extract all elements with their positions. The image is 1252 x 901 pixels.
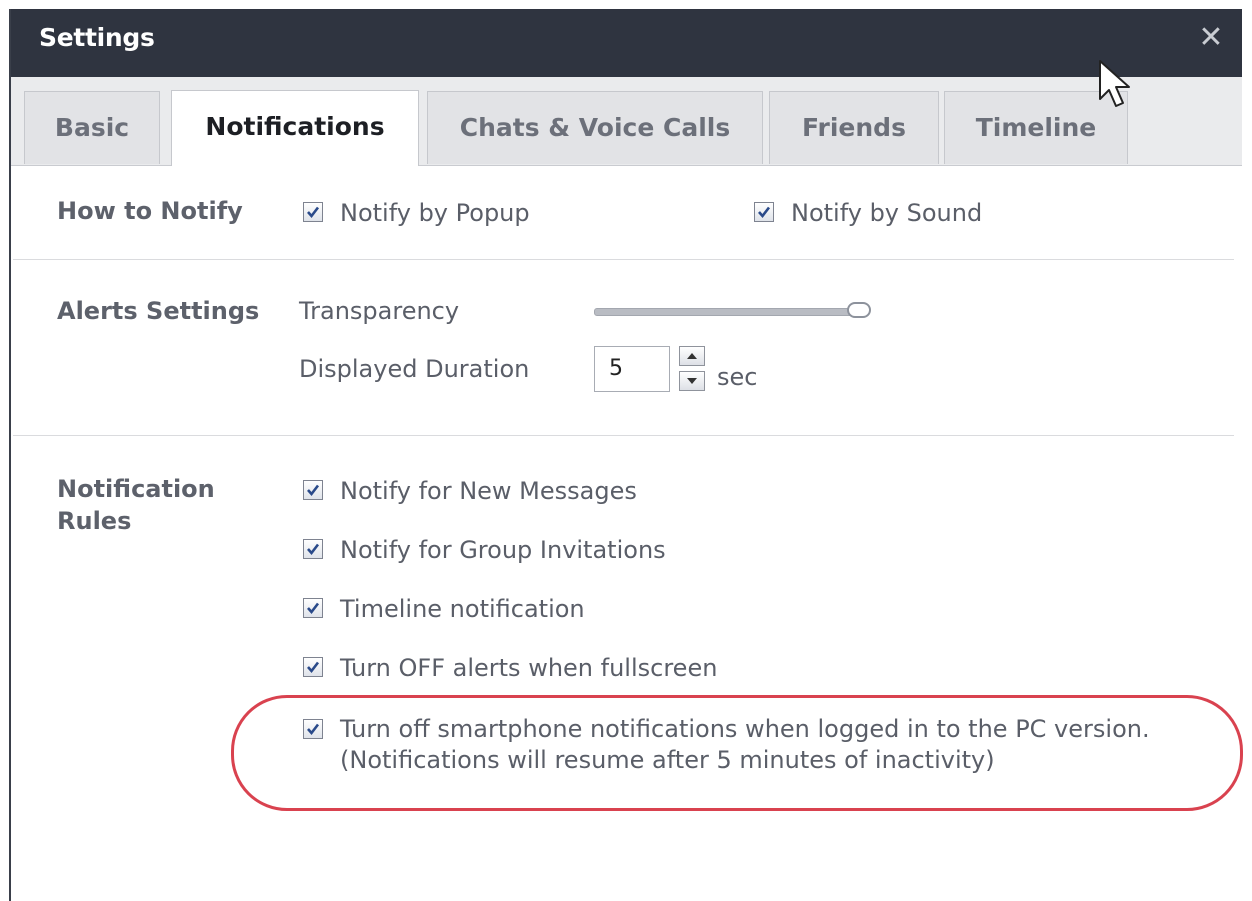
rule-fullscreen-checkbox[interactable]: [303, 657, 323, 677]
displayed-duration-label: Displayed Duration: [299, 355, 530, 383]
notify-popup-checkbox[interactable]: [303, 202, 323, 222]
rule-smartphone-label: Turn off smartphone notifications when l…: [340, 715, 1150, 743]
close-icon[interactable]: ✕: [1194, 21, 1228, 55]
tab-strip: Basic Notifications Chats & Voice Calls …: [11, 77, 1242, 166]
transparency-slider-track[interactable]: [594, 308, 854, 316]
rule-smartphone-note: (Notifications will resume after 5 minut…: [340, 746, 995, 774]
tab-chats-voice-calls[interactable]: Chats & Voice Calls: [427, 91, 763, 164]
checkmark-icon: [307, 484, 320, 497]
rule-timeline-label: Timeline notification: [340, 595, 585, 623]
rule-new-messages-checkbox[interactable]: [303, 480, 323, 500]
section-divider: [13, 259, 1234, 260]
transparency-label: Transparency: [299, 297, 460, 325]
rule-group-invitations-checkbox[interactable]: [303, 539, 323, 559]
notify-popup-label: Notify by Popup: [340, 199, 530, 227]
tab-notifications[interactable]: Notifications: [171, 90, 419, 166]
alerts-settings-label: Alerts Settings: [57, 297, 260, 325]
tab-friends[interactable]: Friends: [769, 91, 939, 164]
rule-smartphone-checkbox[interactable]: [303, 719, 323, 739]
rule-timeline-checkbox[interactable]: [303, 598, 323, 618]
notify-sound-checkbox[interactable]: [754, 202, 774, 222]
checkmark-icon: [758, 206, 771, 219]
how-to-notify-label: How to Notify: [57, 197, 243, 225]
arrow-down-icon: [687, 378, 697, 384]
section-divider: [13, 435, 1234, 436]
duration-unit: sec: [717, 363, 758, 391]
mouse-pointer-icon: [1099, 60, 1130, 107]
spin-up-button[interactable]: [679, 346, 705, 366]
tab-basic[interactable]: Basic: [24, 91, 160, 164]
window-title: Settings: [39, 23, 155, 52]
rule-new-messages-label: Notify for New Messages: [340, 477, 637, 505]
notification-rules-label-line1: Notification: [57, 475, 215, 503]
checkmark-icon: [307, 661, 320, 674]
checkmark-icon: [307, 723, 320, 736]
checkmark-icon: [307, 602, 320, 615]
title-bar: Settings ✕: [11, 9, 1242, 77]
checkmark-icon: [307, 543, 320, 556]
notification-rules-label-line2: Rules: [57, 507, 132, 535]
notify-sound-label: Notify by Sound: [791, 199, 983, 227]
spin-down-button[interactable]: [679, 371, 705, 391]
transparency-slider-thumb[interactable]: [847, 302, 871, 318]
arrow-up-icon: [687, 353, 697, 359]
settings-window: Settings ✕ Basic Notifications Chats & V…: [9, 9, 1243, 901]
checkmark-icon: [307, 206, 320, 219]
rule-fullscreen-label: Turn OFF alerts when fullscreen: [340, 654, 718, 682]
rule-group-invitations-label: Notify for Group Invitations: [340, 536, 666, 564]
duration-input[interactable]: 5: [594, 346, 670, 392]
